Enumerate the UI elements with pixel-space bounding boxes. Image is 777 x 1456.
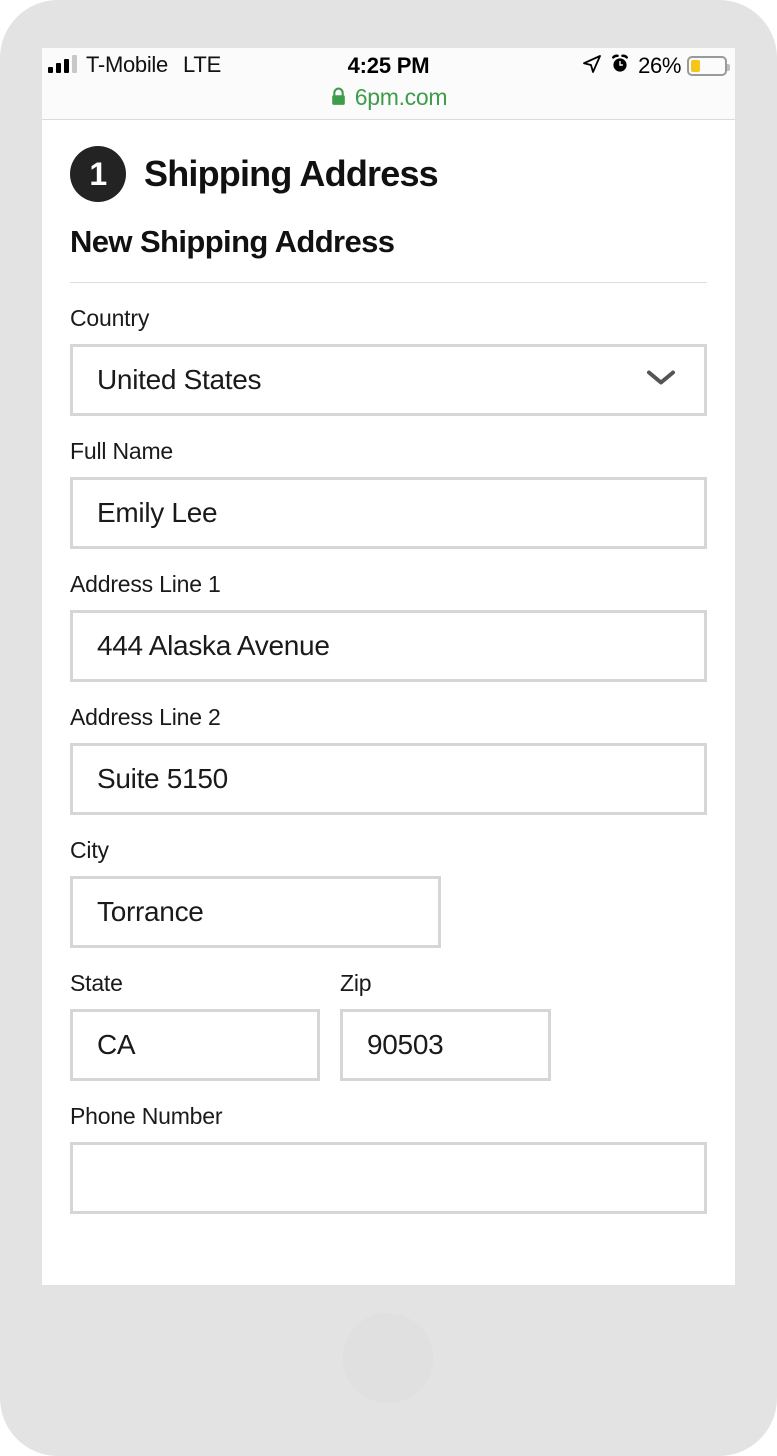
state-zip-row: State CA Zip 90503: [70, 970, 707, 1081]
checkout-page: 1 Shipping Address New Shipping Address …: [42, 146, 735, 1214]
field-address-line-1: Address Line 1 444 Alaska Avenue: [70, 571, 707, 682]
full-name-input[interactable]: Emily Lee: [70, 477, 707, 549]
country-value: United States: [97, 364, 262, 395]
field-zip: Zip 90503: [340, 970, 551, 1081]
address-line-1-label: Address Line 1: [70, 571, 221, 597]
state-label: State: [70, 970, 123, 996]
address-line-2-value: Suite 5150: [97, 763, 228, 794]
field-state: State CA: [70, 970, 320, 1081]
full-name-label: Full Name: [70, 438, 174, 464]
state-value: CA: [97, 1029, 136, 1060]
city-label: City: [70, 837, 109, 863]
field-city: City Torrance: [70, 837, 707, 948]
alarm-clock-icon: [610, 54, 630, 79]
phone-number-input[interactable]: [70, 1142, 707, 1214]
zip-label: Zip: [340, 970, 372, 996]
url-text: 6pm.com: [354, 84, 448, 110]
address-line-2-label: Address Line 2: [70, 704, 221, 730]
address-line-1-input[interactable]: 444 Alaska Avenue: [70, 610, 707, 682]
field-address-line-2: Address Line 2 Suite 5150: [70, 704, 707, 815]
phone-number-label: Phone Number: [70, 1103, 223, 1129]
section-subtitle: New Shipping Address: [70, 224, 395, 259]
phone-screen: T-Mobile LTE 4:25 PM 26% 6pm.com 1 Shipp…: [42, 48, 735, 1285]
location-arrow-icon: [582, 54, 602, 79]
city-value: Torrance: [97, 896, 204, 927]
chevron-down-icon: [644, 368, 678, 393]
full-name-value: Emily Lee: [97, 497, 218, 528]
phone-device-frame: T-Mobile LTE 4:25 PM 26% 6pm.com 1 Shipp…: [0, 0, 777, 1456]
page-title: Shipping Address: [144, 153, 439, 194]
battery-percent-label: 26%: [638, 53, 681, 78]
city-input[interactable]: Torrance: [70, 876, 441, 948]
country-label: Country: [70, 305, 150, 331]
field-phone-number: Phone Number: [70, 1103, 707, 1214]
lock-icon: [330, 87, 347, 112]
country-select[interactable]: United States: [70, 344, 707, 416]
battery-icon: [687, 56, 730, 76]
shipping-address-header: 1 Shipping Address: [70, 146, 707, 202]
field-country: Country United States: [70, 305, 707, 416]
header-divider: [70, 282, 707, 283]
field-full-name: Full Name Emily Lee: [70, 438, 707, 549]
zip-input[interactable]: 90503: [340, 1009, 551, 1081]
address-line-1-value: 444 Alaska Avenue: [97, 630, 330, 661]
status-bar-right: 26%: [582, 53, 730, 79]
address-line-2-input[interactable]: Suite 5150: [70, 743, 707, 815]
home-button[interactable]: [343, 1313, 433, 1403]
browser-url-bar[interactable]: 6pm.com: [42, 82, 735, 120]
step-number-badge: 1: [70, 146, 126, 202]
state-input[interactable]: CA: [70, 1009, 320, 1081]
status-bar: T-Mobile LTE 4:25 PM 26%: [42, 48, 735, 82]
zip-value: 90503: [367, 1029, 444, 1060]
